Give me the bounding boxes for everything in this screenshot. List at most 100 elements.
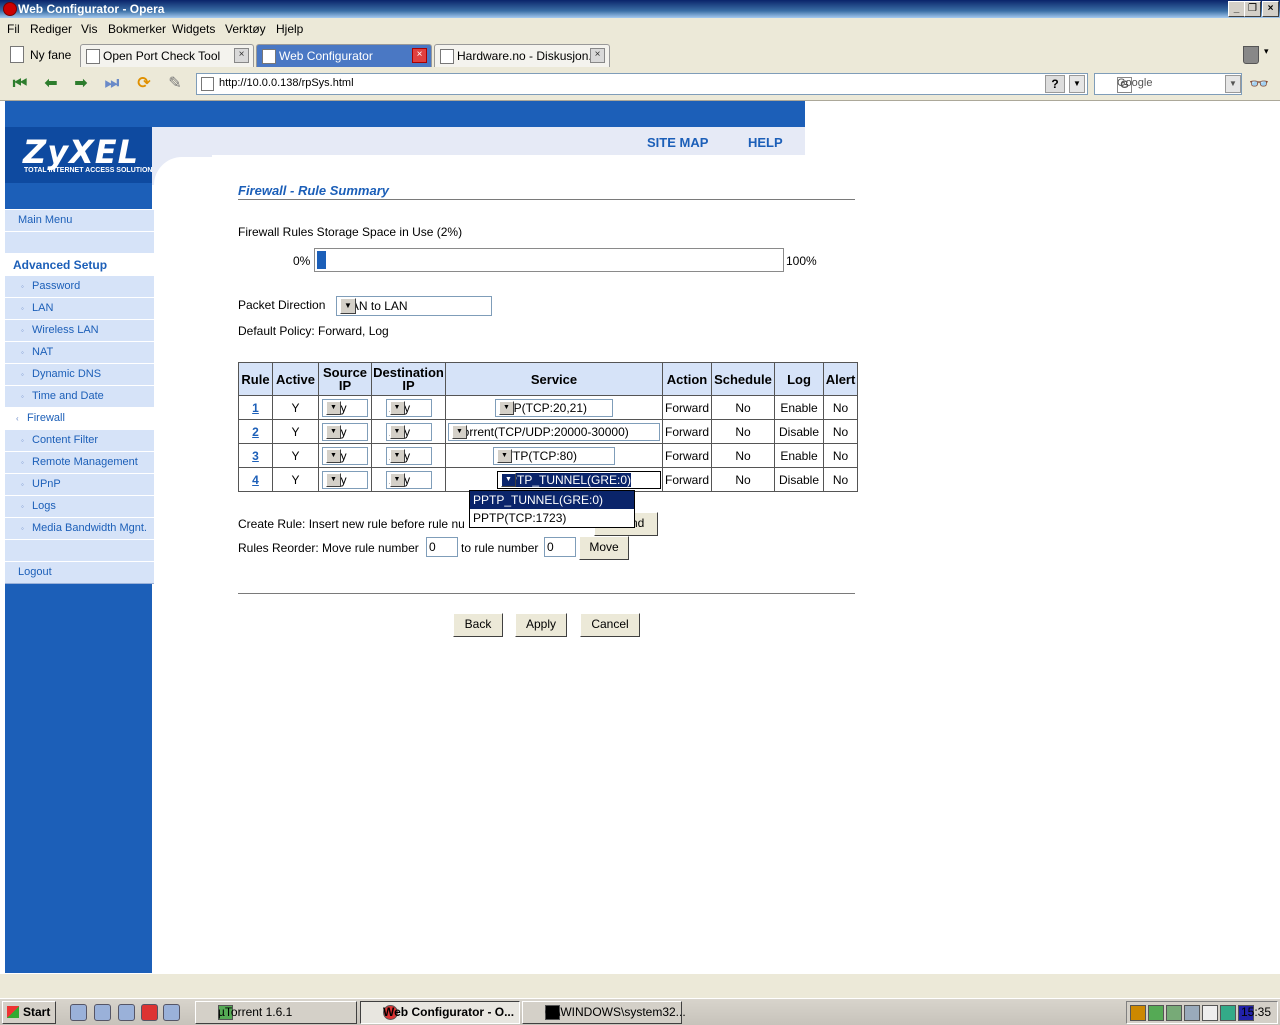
source-ip-select[interactable]: Any▼	[322, 446, 368, 465]
filezilla-icon[interactable]	[1130, 1005, 1146, 1021]
rule-link[interactable]: 4	[252, 473, 259, 487]
header-destination-ip: Destination IP	[371, 362, 446, 396]
menu-bokmerker[interactable]: Bokmerker	[108, 22, 166, 36]
sidebar-item-upnp[interactable]: ◦ UPnP	[5, 473, 154, 496]
close-tab-icon[interactable]: ×	[412, 48, 427, 63]
trash-dropdown-icon[interactable]: ▾	[1264, 46, 1269, 57]
search-field[interactable]: G Google ▼	[1094, 73, 1242, 95]
chevron-down-icon: ▼	[326, 424, 341, 439]
sidebar-main-menu[interactable]: Main Menu	[5, 209, 154, 232]
sidebar-item-label: Media Bandwidth Mgnt.	[32, 522, 147, 534]
bottom-divider	[238, 593, 855, 594]
maximize-button[interactable]: ❐	[1244, 1, 1261, 17]
menu-vis[interactable]: Vis	[81, 22, 97, 36]
sidebar-item-label: Password	[32, 280, 81, 292]
taskbar-web-configurator[interactable]: Web Configurator - O...	[360, 1001, 520, 1024]
search-dropdown-icon[interactable]: ▼	[1225, 75, 1241, 93]
service-select[interactable]: FTP(TCP:20,21) ▼	[495, 398, 613, 417]
fast-forward-icon[interactable]: ⏭	[101, 73, 123, 95]
sidebar-item-lan[interactable]: ◦ LAN	[5, 297, 154, 320]
cancel-button[interactable]: Cancel	[580, 613, 640, 637]
back-button[interactable]: Back	[453, 613, 503, 637]
alert-cell: No	[823, 395, 858, 420]
bullet-icon: ◦	[21, 436, 24, 445]
start-button[interactable]: Start	[2, 1001, 56, 1024]
menu-verktoy[interactable]: Verktøy	[225, 22, 266, 36]
sidebar-item-remote-management[interactable]: ◦ Remote Management	[5, 451, 154, 474]
dropdown-option[interactable]: PPTP(TCP:1723)	[470, 509, 634, 527]
taskbar-utorrent[interactable]: µTorrent 1.6.1	[195, 1001, 357, 1024]
site-map-link[interactable]: SITE MAP	[647, 135, 708, 150]
sidebar-item-password[interactable]: ◦ Password	[5, 275, 154, 298]
new-tab-button[interactable]: Ny fane	[8, 44, 74, 66]
help-icon[interactable]: ?	[1045, 75, 1065, 93]
minimize-button[interactable]: _	[1228, 1, 1245, 17]
tab-web-configurator[interactable]: Web Configurator ×	[256, 44, 432, 67]
service-select-open[interactable]: PPTP_TUNNEL(GRE:0) ▼	[497, 470, 661, 489]
tab-hardware-no[interactable]: Hardware.no - Diskusjon... ×	[434, 44, 610, 67]
close-window-button[interactable]: ×	[1262, 1, 1279, 17]
sidebar-item-media-bandwidth[interactable]: ◦ Media Bandwidth Mgnt.	[5, 517, 154, 540]
sidebar-item-time-and-date[interactable]: ◦ Time and Date	[5, 385, 154, 408]
volume-icon[interactable]	[1202, 1005, 1218, 1021]
new-tab-label: Ny fane	[30, 48, 72, 62]
quicklaunch-ie-icon[interactable]	[70, 1004, 87, 1021]
edit-icon[interactable]: ✎	[164, 73, 186, 95]
zoom-glasses-icon[interactable]: 👓	[1249, 74, 1269, 94]
menu-hjelp[interactable]: Hjelp	[276, 22, 303, 36]
rule-link[interactable]: 3	[252, 449, 259, 463]
move-button[interactable]: Move	[579, 536, 629, 560]
reload-icon[interactable]: ⟳	[133, 73, 155, 95]
quicklaunch-browser-icon[interactable]	[94, 1004, 111, 1021]
close-tab-icon[interactable]: ×	[590, 48, 605, 63]
dropdown-option-selected[interactable]: PPTP_TUNNEL(GRE:0)	[470, 491, 634, 509]
close-tab-icon[interactable]: ×	[234, 48, 249, 63]
trash-icon[interactable]	[1243, 46, 1259, 64]
address-field[interactable]: http://10.0.0.138/rpSys.html ? ▼	[196, 73, 1088, 95]
sidebar-item-firewall[interactable]: ‹ Firewall	[5, 407, 154, 430]
sidebar-item-dynamic-dns[interactable]: ◦ Dynamic DNS	[5, 363, 154, 386]
destination-ip-select[interactable]: Any▼	[385, 446, 432, 465]
taskbar-cmd[interactable]: C:\WINDOWS\system32...	[522, 1001, 686, 1024]
forward-icon[interactable]: ➡	[70, 73, 92, 95]
menu-fil[interactable]: Fil	[7, 22, 20, 36]
rule-link[interactable]: 2	[252, 425, 259, 439]
back-icon[interactable]: ⬅	[40, 73, 62, 95]
header-service: Service	[445, 362, 663, 396]
help-link[interactable]: HELP	[748, 135, 783, 150]
source-ip-select[interactable]: Any▼	[322, 470, 368, 489]
source-ip-select[interactable]: Any▼	[322, 398, 368, 417]
sidebar-item-wireless-lan[interactable]: ◦ Wireless LAN	[5, 319, 154, 342]
destination-ip-select[interactable]: Any▼	[385, 398, 432, 417]
address-dropdown-icon[interactable]: ▼	[1069, 75, 1085, 93]
quicklaunch-app-icon[interactable]	[163, 1004, 180, 1021]
sidebar-item-logs[interactable]: ◦ Logs	[5, 495, 154, 518]
quicklaunch-folder-icon[interactable]	[118, 1004, 135, 1021]
apply-button[interactable]: Apply	[515, 613, 567, 637]
network-icon[interactable]	[1184, 1005, 1200, 1021]
sidebar-logout[interactable]: Logout	[5, 561, 154, 584]
source-ip-select[interactable]: Any▼	[322, 422, 368, 441]
sidebar-item-content-filter[interactable]: ◦ Content Filter	[5, 429, 154, 452]
tray-app-icon[interactable]	[1220, 1005, 1236, 1021]
quicklaunch-opera-icon[interactable]	[141, 1004, 158, 1021]
reorder-to-input[interactable]: 0	[544, 537, 576, 557]
destination-ip-select[interactable]: Any▼	[385, 422, 432, 441]
rewind-icon[interactable]: ⏮	[9, 73, 31, 95]
rule-link[interactable]: 1	[252, 401, 259, 415]
destination-ip-select[interactable]: Any▼	[385, 470, 432, 489]
packet-direction-select[interactable]: WAN to LAN ▼	[336, 296, 492, 316]
service-select[interactable]: *Torrent(TCP/UDP:20000-30000) ▼	[448, 422, 660, 441]
sidebar-advanced-setup[interactable]: Advanced Setup	[5, 253, 154, 276]
chevron-down-icon: ▼	[389, 424, 405, 439]
utorrent-tray-icon[interactable]	[1148, 1005, 1164, 1021]
tray-app-icon[interactable]	[1166, 1005, 1182, 1021]
sidebar-item-nat[interactable]: ◦ NAT	[5, 341, 154, 364]
menu-rediger[interactable]: Rediger	[30, 22, 72, 36]
service-select[interactable]: HTTP(TCP:80) ▼	[493, 446, 615, 465]
tab-open-port-check[interactable]: Open Port Check Tool ×	[80, 44, 254, 67]
reorder-from-input[interactable]: 0	[426, 537, 458, 557]
menu-bar: Fil Rediger Vis Bokmerker Widgets Verktø…	[0, 18, 1280, 41]
menu-widgets[interactable]: Widgets	[172, 22, 215, 36]
sidebar-spacer	[5, 539, 154, 562]
